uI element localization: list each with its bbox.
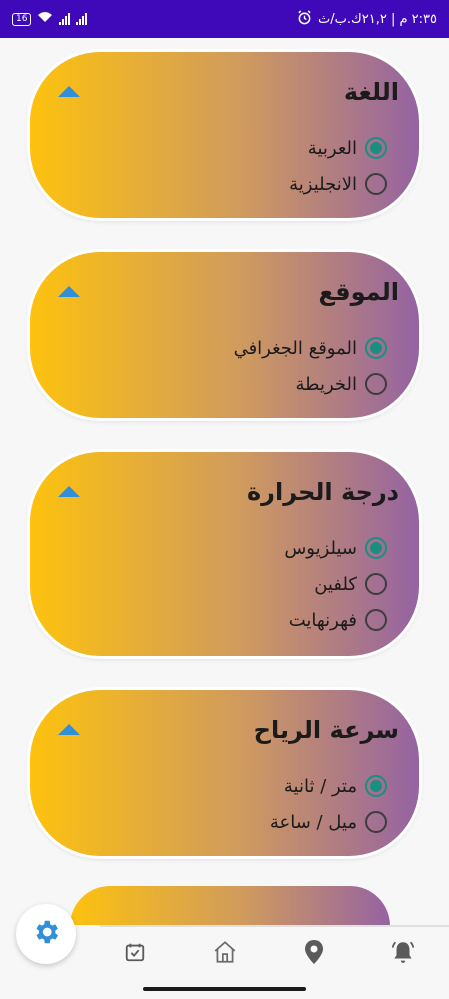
radio-checked-icon[interactable] bbox=[365, 537, 387, 559]
radio-unchecked-icon[interactable] bbox=[365, 173, 387, 195]
option-label: العربية bbox=[307, 137, 357, 159]
collapse-arrow-icon[interactable] bbox=[58, 486, 80, 497]
temperature-card: درجة الحرارة سيلزيوس كلفين فهرنهايت bbox=[30, 452, 419, 656]
temp-option-kelvin[interactable]: كلفين bbox=[314, 572, 387, 596]
language-option-english[interactable]: الانجليزية bbox=[289, 172, 387, 196]
option-label: الموقع الجغرافي bbox=[233, 337, 357, 359]
status-time-speed: ٢:٣٥ م | ٢١,٢ك.ب/ث bbox=[318, 11, 437, 27]
option-label: سيلزيوس bbox=[284, 537, 357, 559]
option-label: فهرنهايت bbox=[288, 609, 357, 631]
battery-icon: 16 bbox=[12, 12, 32, 26]
wind-option-mph[interactable]: ميل / ساعة bbox=[270, 810, 387, 834]
alarm-icon bbox=[297, 9, 312, 29]
partial-card bbox=[70, 886, 390, 926]
status-info-right: ٢:٣٥ م | ٢١,٢ك.ب/ث bbox=[297, 9, 437, 29]
wind-speed-card-title: سرعة الرياح bbox=[253, 716, 399, 744]
language-card: اللغة العربية الانجليزية bbox=[30, 52, 419, 218]
option-label: متر / ثانية bbox=[283, 775, 357, 797]
radio-checked-icon[interactable] bbox=[365, 137, 387, 159]
alert-bell-icon[interactable] bbox=[389, 938, 417, 966]
signal-icon-2 bbox=[76, 13, 88, 25]
status-bar: 16 ٢:٣٥ م | ٢١,٢ك.ب/ث bbox=[0, 0, 449, 38]
option-label: ميل / ساعة bbox=[269, 811, 357, 833]
location-pin-icon[interactable] bbox=[300, 938, 328, 966]
location-option-gps[interactable]: الموقع الجغرافي bbox=[234, 336, 387, 360]
option-label: كلفين bbox=[314, 573, 357, 595]
option-label: الانجليزية bbox=[289, 173, 357, 195]
signal-icon bbox=[59, 13, 71, 25]
status-icons-left: 16 bbox=[12, 11, 88, 27]
settings-icon bbox=[31, 917, 61, 951]
location-card-title: الموقع bbox=[318, 278, 399, 306]
radio-unchecked-icon[interactable] bbox=[365, 573, 387, 595]
settings-button[interactable] bbox=[16, 904, 76, 964]
temp-option-celsius[interactable]: سيلزيوس bbox=[284, 536, 387, 560]
wind-option-mps[interactable]: متر / ثانية bbox=[284, 774, 387, 798]
home-indicator bbox=[143, 987, 306, 991]
radio-unchecked-icon[interactable] bbox=[365, 609, 387, 631]
temperature-card-title: درجة الحرارة bbox=[246, 478, 399, 506]
radio-checked-icon[interactable] bbox=[365, 337, 387, 359]
location-option-map[interactable]: الخريطة bbox=[296, 372, 387, 396]
collapse-arrow-icon[interactable] bbox=[58, 86, 80, 97]
language-card-title: اللغة bbox=[343, 78, 399, 106]
radio-unchecked-icon[interactable] bbox=[365, 373, 387, 395]
wind-speed-card: سرعة الرياح متر / ثانية ميل / ساعة bbox=[30, 690, 419, 856]
home-icon[interactable] bbox=[211, 938, 239, 966]
location-card: الموقع الموقع الجغرافي الخريطة bbox=[30, 252, 419, 418]
option-label: الخريطة bbox=[295, 373, 357, 395]
temp-option-fahrenheit[interactable]: فهرنهايت bbox=[289, 608, 387, 632]
wifi-icon bbox=[37, 11, 53, 27]
language-option-arabic[interactable]: العربية bbox=[308, 136, 387, 160]
calendar-check-icon[interactable] bbox=[121, 938, 149, 966]
collapse-arrow-icon[interactable] bbox=[58, 724, 80, 735]
collapse-arrow-icon[interactable] bbox=[58, 286, 80, 297]
radio-checked-icon[interactable] bbox=[365, 775, 387, 797]
radio-unchecked-icon[interactable] bbox=[365, 811, 387, 833]
